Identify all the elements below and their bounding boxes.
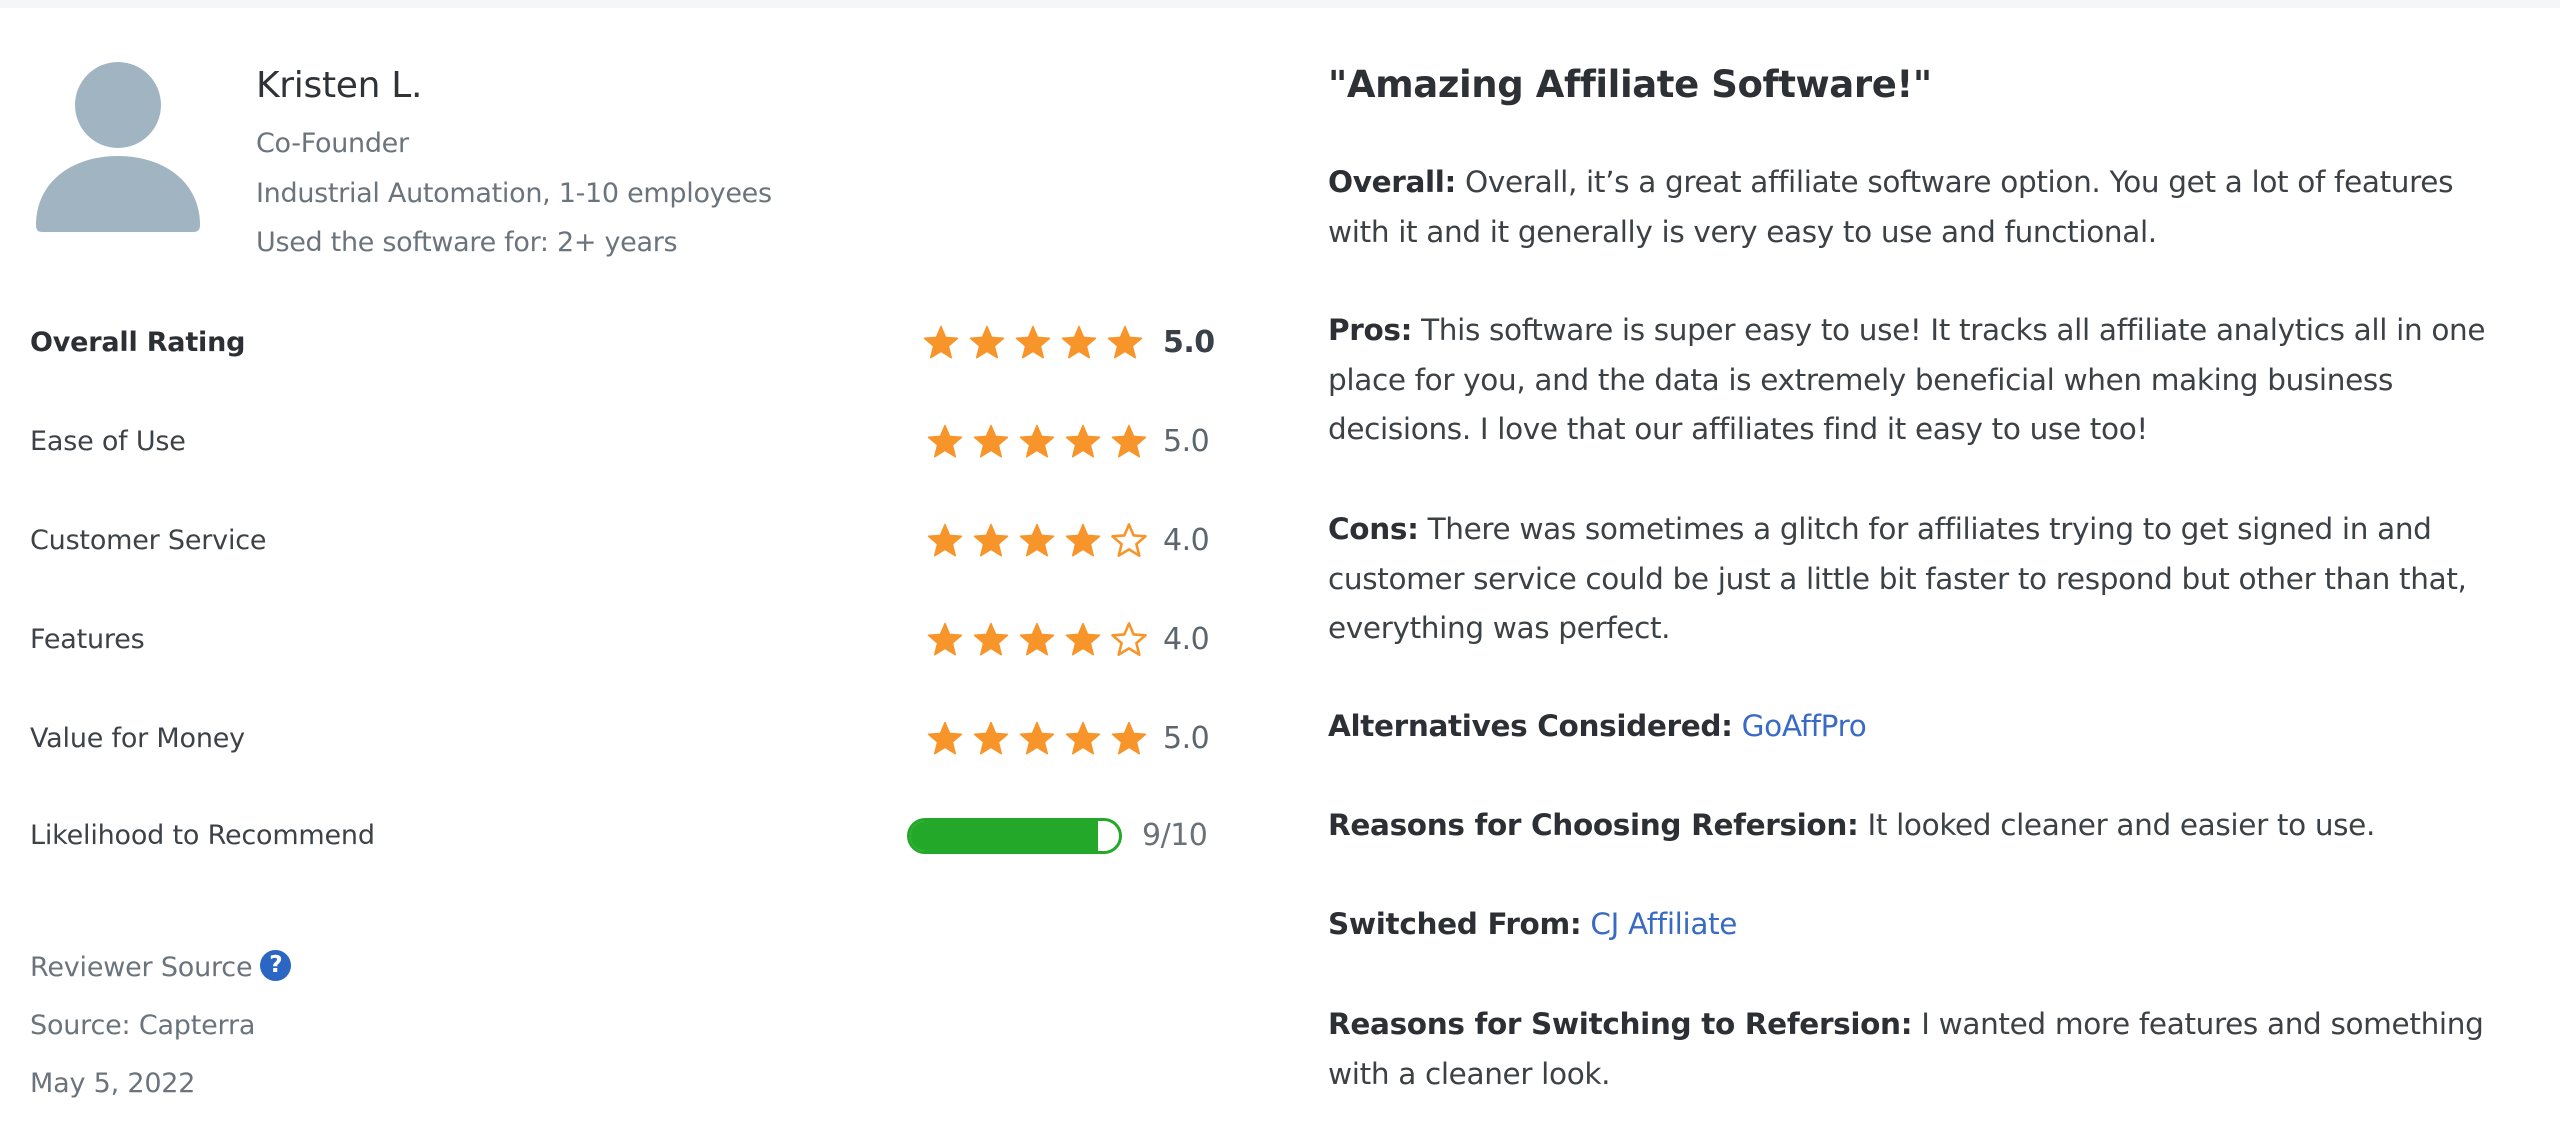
star-filled-icon: [1064, 621, 1102, 659]
review-switched-from: Switched From: CJ Affiliate: [1328, 900, 2508, 950]
star-filled-icon: [1064, 423, 1102, 461]
choosing-label: Reasons for Choosing Refersion:: [1328, 808, 1859, 842]
star-filled-icon: [1014, 324, 1052, 362]
recommend-progress-fill: [910, 821, 1099, 851]
star-filled-icon: [1060, 324, 1098, 362]
avatar: [34, 62, 204, 232]
star-rating: [926, 522, 1156, 560]
recommend-progress-bar: [907, 818, 1122, 854]
cons-label: Cons:: [1328, 512, 1419, 546]
rating-label: Overall Rating: [30, 327, 246, 358]
star-filled-icon: [1106, 324, 1144, 362]
rating-value: 4.0: [1163, 523, 1210, 558]
star-filled-icon: [1018, 522, 1056, 560]
review-reasons-switching: Reasons for Switching to Refersion: I wa…: [1328, 1000, 2508, 1099]
pros-label: Pros:: [1328, 313, 1413, 347]
question-mark-circle-icon[interactable]: ?: [260, 950, 292, 981]
rating-row: Value for Money 5.0: [0, 709, 1220, 769]
star-filled-icon: [1110, 720, 1148, 758]
rating-row: Features 4.0: [0, 610, 1220, 670]
user-silhouette-icon: [36, 62, 200, 232]
reviewer-role: Co-Founder: [256, 128, 409, 159]
review-title: "Amazing Affiliate Software!": [1328, 63, 1932, 106]
overall-text: Overall, it’s a great affiliate software…: [1328, 165, 2454, 249]
switched-label: Switched From:: [1328, 907, 1582, 941]
star-filled-icon: [1018, 621, 1056, 659]
rating-label: Ease of Use: [30, 426, 186, 457]
star-rating: [926, 423, 1156, 461]
star-filled-icon: [1018, 423, 1056, 461]
star-filled-icon: [972, 522, 1010, 560]
alternative-product-link[interactable]: GoAffPro: [1742, 709, 1867, 743]
rating-label: Value for Money: [30, 723, 245, 754]
likelihood-label: Likelihood to Recommend: [30, 820, 375, 851]
star-empty-icon: [1110, 621, 1148, 659]
switched-from-product-link[interactable]: CJ Affiliate: [1590, 907, 1737, 941]
star-filled-icon: [922, 324, 960, 362]
reviewer-source-text: Reviewer Source: [30, 952, 253, 983]
rating-row: Overall Rating 5.0: [0, 313, 1220, 373]
review-date: May 5, 2022: [30, 1068, 196, 1099]
rating-label: Customer Service: [30, 525, 267, 556]
review-overall: Overall: Overall, it’s a great affiliate…: [1328, 158, 2508, 257]
alternatives-label: Alternatives Considered:: [1328, 709, 1733, 743]
top-divider-strip: [0, 0, 2560, 8]
likelihood-to-recommend-row: Likelihood to Recommend 9/10: [0, 806, 1220, 866]
star-filled-icon: [1064, 720, 1102, 758]
review-reasons-choosing: Reasons for Choosing Refersion: It looke…: [1328, 801, 2508, 851]
rating-label: Features: [30, 624, 145, 655]
reviewer-usage-duration: Used the software for: 2+ years: [256, 227, 678, 258]
review-pros: Pros: This software is super easy to use…: [1328, 306, 2508, 455]
reviewer-company: Industrial Automation, 1-10 employees: [256, 178, 772, 209]
rating-value: 5.0: [1163, 424, 1210, 459]
rating-value: 5.0: [1163, 325, 1215, 360]
star-filled-icon: [972, 423, 1010, 461]
cons-text: There was sometimes a glitch for affilia…: [1328, 512, 2467, 645]
reviewer-name: Kristen L.: [256, 65, 423, 106]
switching-label: Reasons for Switching to Refersion:: [1328, 1007, 1913, 1041]
reviewer-source-label: Reviewer Source?: [30, 950, 292, 986]
review-alternatives: Alternatives Considered: GoAffPro: [1328, 702, 2508, 752]
recommend-score: 9/10: [1142, 818, 1208, 853]
star-empty-icon: [1110, 522, 1148, 560]
choosing-text: It looked cleaner and easier to use.: [1867, 808, 2376, 842]
pros-text: This software is super easy to use! It t…: [1328, 313, 2486, 446]
star-filled-icon: [1064, 522, 1102, 560]
rating-row: Customer Service 4.0: [0, 511, 1220, 571]
star-filled-icon: [968, 324, 1006, 362]
star-filled-icon: [926, 423, 964, 461]
star-filled-icon: [926, 522, 964, 560]
star-rating: [926, 720, 1156, 758]
rating-row: Ease of Use 5.0: [0, 412, 1220, 472]
star-filled-icon: [1110, 423, 1148, 461]
star-filled-icon: [972, 621, 1010, 659]
review-cons: Cons: There was sometimes a glitch for a…: [1328, 505, 2508, 654]
star-rating: [922, 324, 1152, 362]
rating-value: 4.0: [1163, 622, 1210, 657]
star-rating: [926, 621, 1156, 659]
source-name: Source: Capterra: [30, 1010, 256, 1041]
star-filled-icon: [972, 720, 1010, 758]
rating-value: 5.0: [1163, 721, 1210, 756]
overall-label: Overall:: [1328, 165, 1456, 199]
star-filled-icon: [926, 621, 964, 659]
star-filled-icon: [1018, 720, 1056, 758]
star-filled-icon: [926, 720, 964, 758]
